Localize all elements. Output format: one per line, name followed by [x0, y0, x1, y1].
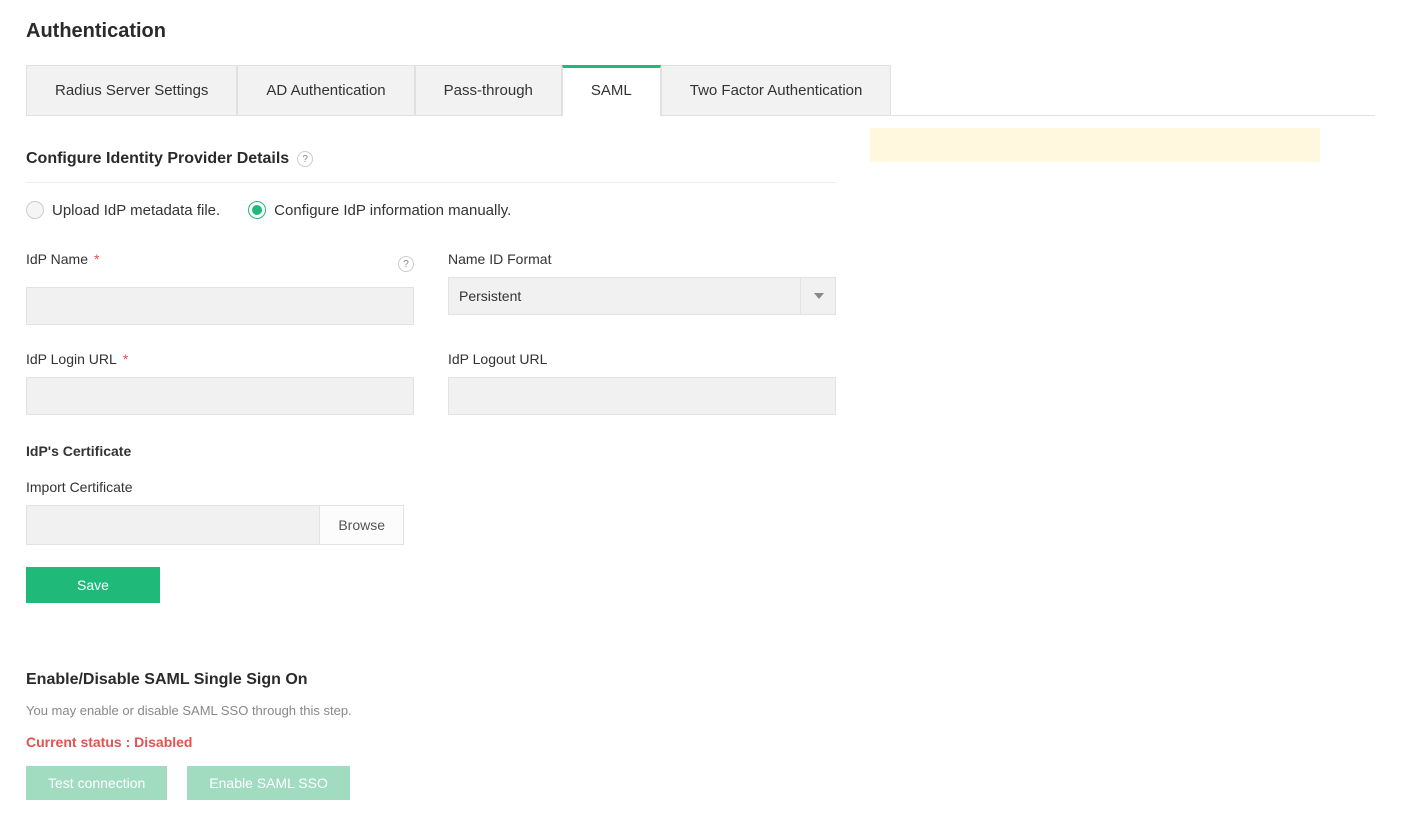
- cert-section-title: IdP's Certificate: [26, 443, 836, 459]
- import-cert-label: Import Certificate: [26, 479, 836, 495]
- field-idp-logout-url: IdP Logout URL: [448, 351, 836, 415]
- field-name-id-format: Name ID Format Persistent: [448, 251, 836, 325]
- notice-banner: [870, 128, 1320, 162]
- tabs: Radius Server Settings AD Authentication…: [26, 65, 1375, 116]
- tab-pass-through[interactable]: Pass-through: [415, 65, 562, 115]
- field-label: IdP Name *: [26, 251, 99, 267]
- browse-button[interactable]: Browse: [319, 506, 403, 544]
- test-connection-button[interactable]: Test connection: [26, 766, 167, 800]
- tab-ad-authentication[interactable]: AD Authentication: [237, 65, 414, 115]
- idp-logout-url-input[interactable]: [448, 377, 836, 415]
- label-text: IdP Name: [26, 251, 88, 267]
- select-value: Persistent: [459, 288, 521, 304]
- label-text: IdP Login URL: [26, 351, 117, 367]
- sso-description: You may enable or disable SAML SSO throu…: [26, 703, 1375, 718]
- help-icon[interactable]: ?: [398, 256, 414, 272]
- field-label: Name ID Format: [448, 251, 836, 267]
- section-title: Configure Identity Provider Details: [26, 150, 289, 168]
- radio-icon: [248, 201, 266, 219]
- field-label: IdP Logout URL: [448, 351, 836, 367]
- required-marker: *: [123, 351, 128, 367]
- help-icon[interactable]: ?: [297, 151, 313, 167]
- radio-configure-manually[interactable]: Configure IdP information manually.: [248, 201, 511, 219]
- save-button[interactable]: Save: [26, 567, 160, 603]
- page-title: Authentication: [26, 20, 1375, 43]
- sso-section-title: Enable/Disable SAML Single Sign On: [26, 671, 1375, 689]
- name-id-format-select[interactable]: Persistent: [448, 277, 836, 315]
- radio-upload-metadata[interactable]: Upload IdP metadata file.: [26, 201, 220, 219]
- tab-saml[interactable]: SAML: [562, 65, 661, 115]
- radio-label: Configure IdP information manually.: [274, 202, 511, 219]
- tab-two-factor-authentication[interactable]: Two Factor Authentication: [661, 65, 892, 115]
- sso-status: Current status : Disabled: [26, 734, 1375, 750]
- import-cert-input[interactable]: [27, 506, 319, 544]
- field-idp-login-url: IdP Login URL *: [26, 351, 414, 415]
- radio-icon: [26, 201, 44, 219]
- radio-label: Upload IdP metadata file.: [52, 202, 220, 219]
- enable-saml-sso-button[interactable]: Enable SAML SSO: [187, 766, 350, 800]
- idp-name-input[interactable]: [26, 287, 414, 325]
- field-label: IdP Login URL *: [26, 351, 414, 367]
- idp-login-url-input[interactable]: [26, 377, 414, 415]
- field-idp-name: IdP Name * ?: [26, 251, 414, 325]
- tab-radius-server-settings[interactable]: Radius Server Settings: [26, 65, 237, 115]
- required-marker: *: [94, 251, 99, 267]
